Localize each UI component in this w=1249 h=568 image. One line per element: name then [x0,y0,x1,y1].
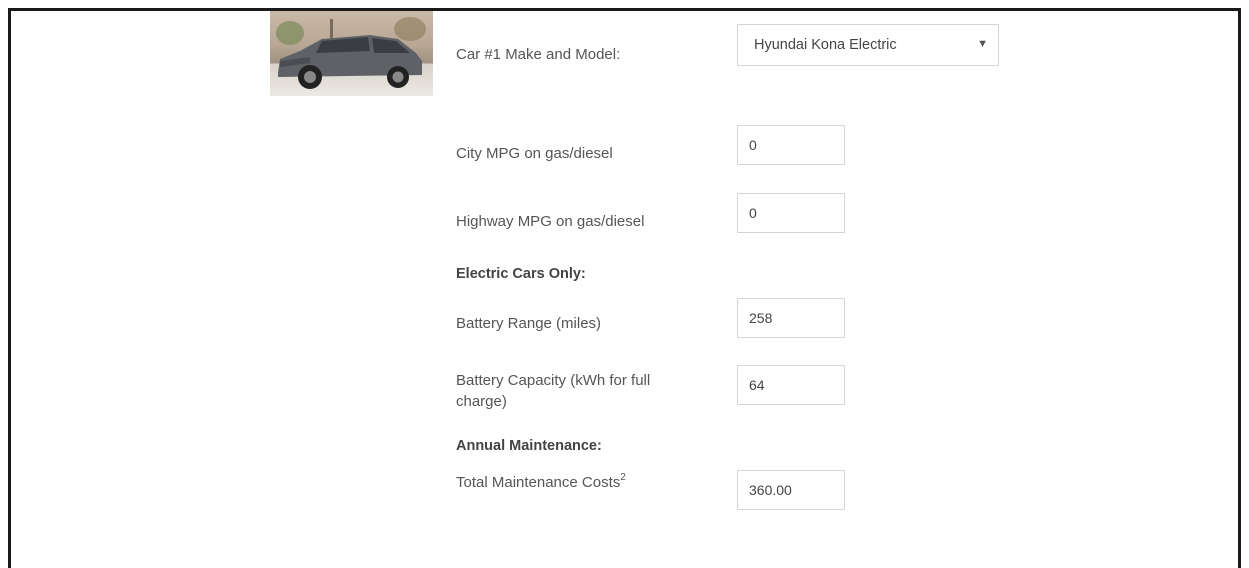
city-mpg-label: City MPG on gas/diesel [456,145,613,162]
battery-range-label: Battery Range (miles) [456,315,602,332]
highway-mpg-label: Highway MPG on gas/diesel [456,213,645,230]
footnote-marker: 2 [620,472,626,483]
make-model-label: Car #1 Make and Model: [456,46,621,63]
battery-capacity-input[interactable] [737,365,845,405]
maintenance-costs-label-text: Total Maintenance Costs [456,474,621,491]
annual-maintenance-heading: Annual Maintenance: [456,438,602,454]
highway-mpg-input[interactable] [737,193,845,233]
maintenance-costs-label: Total Maintenance Costs2 [456,472,626,493]
maintenance-costs-input[interactable] [737,470,845,510]
battery-capacity-label: Battery Capacity (kWh for full charge) [456,370,650,412]
battery-range-input[interactable] [737,298,845,338]
make-model-select[interactable]: Hyundai Kona Electric ▼ [737,24,999,66]
car-image [270,11,433,96]
make-model-selected-value: Hyundai Kona Electric [754,37,897,53]
city-mpg-input[interactable] [737,125,845,165]
electric-cars-heading: Electric Cars Only: [456,266,586,282]
car-illustration [276,17,426,89]
battery-capacity-label-line2: charge) [456,393,507,410]
caret-down-icon: ▼ [977,38,988,50]
battery-capacity-label-line1: Battery Capacity (kWh for full [456,372,651,389]
